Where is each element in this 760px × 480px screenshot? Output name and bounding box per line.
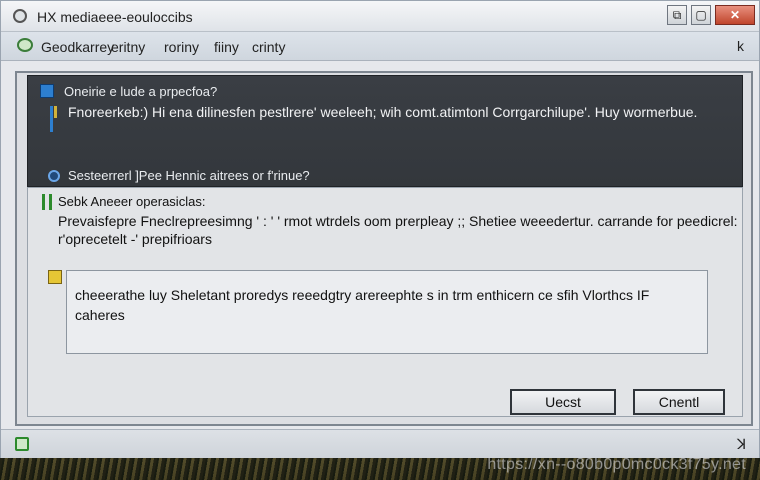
resize-grip-icon[interactable]: ꓘ: [737, 436, 746, 453]
warning-icon: [48, 270, 62, 284]
status-icon: [15, 437, 29, 451]
restore-button[interactable]: ⧉: [667, 5, 687, 25]
status-bar: ꓘ: [1, 429, 759, 458]
menu-item-1[interactable]: Geodkarrey: [41, 39, 114, 55]
settings-icon: [42, 194, 52, 210]
watermark: https://xn--o80b0p0mc0ck3f75y.net: [487, 456, 746, 473]
option-radio[interactable]: [48, 170, 60, 182]
body-panel: Sebk Aneeer operasiclas: Prevaisfepre Fn…: [27, 187, 743, 417]
menu-item-5[interactable]: crinty: [252, 39, 285, 55]
document-icon: [50, 106, 53, 132]
app-icon: [13, 9, 27, 23]
help-icon[interactable]: k: [737, 38, 744, 54]
create-button[interactable]: Cnentl: [633, 389, 725, 415]
notice-text: cheeerathe luy Sheletant proredys reeedg…: [75, 287, 650, 323]
window-title: HX mediaeee-eouloccibs: [37, 9, 193, 25]
header-description: Fnoreerkeb:) Hi ena dilinesfen pestlrere…: [68, 104, 698, 120]
section-description: Prevaisfepre Fneclrepreesimng ' : ' ' rm…: [58, 213, 738, 247]
cancel-button[interactable]: Uecst: [510, 389, 616, 415]
maximize-button[interactable]: ▢: [691, 5, 711, 25]
document-icon-accent: [54, 106, 57, 118]
dialog-window: HX mediaeee-eouloccibs ⧉ ▢ ✕ Geodkarrey …: [0, 0, 760, 458]
header-panel: Oneirie e lude a prpecfoa? Fnoreerkeb:) …: [27, 75, 743, 187]
menu-bar: Geodkarrey eritny roriny fiiny crinty k: [1, 32, 759, 61]
header-question: Oneirie e lude a prpecfoa?: [64, 84, 218, 99]
notice-box: cheeerathe luy Sheletant proredys reeedg…: [66, 270, 708, 354]
title-bar[interactable]: HX mediaeee-eouloccibs ⧉ ▢ ✕: [1, 1, 759, 32]
menu-item-4[interactable]: fiiny: [214, 39, 239, 55]
menu-item-2[interactable]: eritny: [111, 39, 145, 55]
close-button[interactable]: ✕: [715, 5, 755, 25]
info-icon: [40, 84, 54, 98]
menu-app-icon: [17, 38, 33, 52]
section-title: Sebk Aneeer operasiclas:: [58, 194, 206, 209]
option-label[interactable]: Sesteerrerl ]Pee Hennic aitrees or f'rin…: [68, 168, 310, 183]
menu-item-3[interactable]: roriny: [164, 39, 199, 55]
